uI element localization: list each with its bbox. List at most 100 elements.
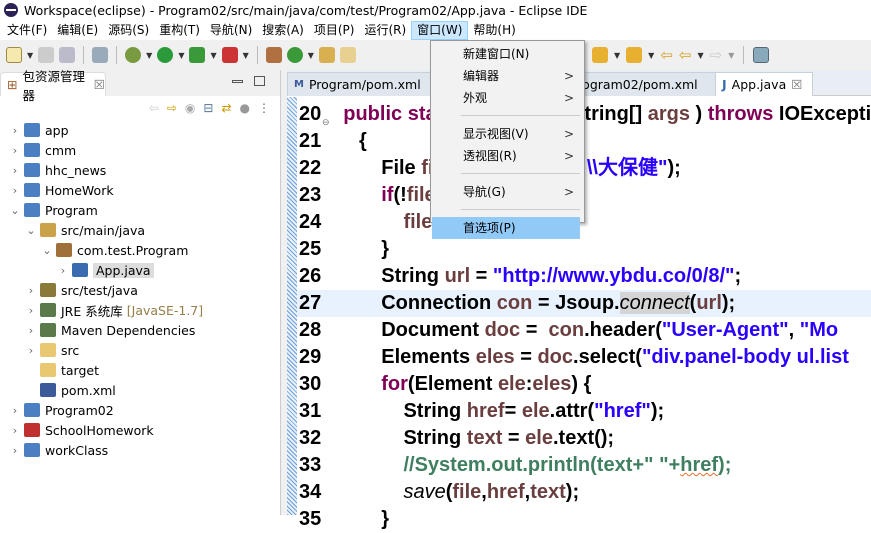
menu-item[interactable]: 新建窗口(N) (431, 43, 584, 65)
chevron-right-icon[interactable]: › (58, 264, 68, 277)
code-line[interactable]: 25 } (297, 236, 871, 263)
tree-item[interactable]: › app (0, 120, 280, 140)
menu-item[interactable]: 编辑器 > (431, 65, 584, 87)
run-icon[interactable] (157, 47, 174, 63)
close-icon[interactable]: ☒ (791, 77, 802, 92)
new-icon[interactable] (6, 47, 22, 63)
menu-3[interactable]: 重构(T) (154, 21, 205, 40)
code-line[interactable]: 32 String text = ele.text(); (297, 425, 871, 452)
save-all-icon[interactable] (59, 47, 76, 63)
menu-item[interactable]: 导航(G) > (431, 181, 584, 203)
tab-app-java[interactable]: J App.java ☒ (715, 72, 813, 96)
debug-icon[interactable] (125, 47, 142, 63)
skip-breakpoints-icon[interactable] (92, 47, 109, 63)
collapse-all-icon[interactable]: ⊟ (203, 101, 213, 115)
chevron-right-icon[interactable]: › (10, 184, 20, 197)
code-line[interactable]: 33 //System.out.println(text+" "+href); (297, 452, 871, 479)
link-with-editor-icon[interactable]: ⇄ (221, 101, 231, 115)
tree-item[interactable]: › JRE 系统库 [JavaSE-1.7] (0, 300, 280, 320)
open-folder-icon[interactable] (339, 47, 356, 63)
tree-item[interactable]: ⌄ com.test.Program (0, 240, 280, 260)
filter-icon[interactable]: ● (240, 101, 250, 115)
up-icon[interactable]: ◉ (185, 101, 195, 115)
menu-4[interactable]: 导航(N) (205, 21, 257, 40)
menu-9[interactable]: 帮助(H) (468, 21, 520, 40)
maximize-icon[interactable] (254, 76, 265, 86)
code-line[interactable]: 31 String href= ele.attr("href"); (297, 398, 871, 425)
code-line[interactable]: 35 } (297, 506, 871, 533)
new-class-icon[interactable] (286, 47, 303, 63)
menu-item[interactable]: 外观 > (431, 87, 584, 109)
save-icon[interactable] (38, 47, 55, 63)
menu-7[interactable]: 运行(R) (359, 21, 411, 40)
tree-item[interactable]: › HomeWork (0, 180, 280, 200)
chevron-down-icon[interactable]: ▼ (243, 51, 249, 60)
next-annotation-icon[interactable] (592, 47, 608, 63)
code-line[interactable]: 30 for(Element ele:eles) { (297, 371, 871, 398)
tree-item[interactable]: › Maven Dependencies (0, 320, 280, 340)
chevron-right-icon[interactable]: › (10, 144, 20, 157)
chevron-right-icon[interactable]: › (26, 324, 36, 337)
chevron-right-icon[interactable]: › (10, 164, 20, 177)
tree-item[interactable]: › Program02 (0, 400, 280, 420)
chevron-right-icon[interactable]: › (10, 404, 20, 417)
chevron-right-icon[interactable]: › (10, 444, 20, 457)
view-menu-icon[interactable]: ⋮ (258, 101, 270, 115)
chevron-down-icon[interactable]: ▼ (728, 51, 734, 60)
menu-6[interactable]: 项目(P) (309, 21, 360, 40)
forward-icon[interactable]: ⇨ (710, 46, 723, 64)
chevron-down-icon[interactable]: ▼ (697, 51, 703, 60)
tree-item[interactable]: › workClass (0, 440, 280, 460)
coverage-icon[interactable] (189, 47, 206, 63)
back-icon[interactable]: ⇦ (149, 101, 159, 115)
tab-program-pom[interactable]: M Program/pom.xml (287, 72, 435, 96)
last-edit-icon[interactable]: ⇦ (660, 46, 673, 64)
menu-2[interactable]: 源码(S) (103, 21, 154, 40)
back-icon[interactable]: ⇦ (679, 46, 692, 64)
tree-item[interactable]: › SchoolHomework (0, 420, 280, 440)
tree-item[interactable]: › cmm (0, 140, 280, 160)
chevron-down-icon[interactable]: ▼ (648, 51, 654, 60)
chevron-right-icon[interactable]: › (26, 344, 36, 357)
tree-item[interactable]: › App.java (0, 260, 280, 280)
forward-icon[interactable]: ⇨ (167, 101, 177, 115)
chevron-right-icon[interactable]: › (26, 284, 36, 297)
new-package-icon[interactable] (265, 47, 282, 63)
code-line[interactable]: 26 String url = "http://www.ybdu.co/0/8/… (297, 263, 871, 290)
tree-item[interactable]: ⌄ Program (0, 200, 280, 220)
tree-item[interactable]: pom.xml (0, 380, 280, 400)
chevron-down-icon[interactable]: ⌄ (26, 224, 36, 237)
menu-5[interactable]: 搜索(A) (257, 21, 309, 40)
chevron-right-icon[interactable]: › (26, 304, 36, 317)
tree-item[interactable]: › src (0, 340, 280, 360)
menu-1[interactable]: 编辑(E) (52, 21, 103, 40)
chevron-down-icon[interactable]: ⌄ (42, 244, 52, 257)
open-type-icon[interactable] (318, 47, 335, 63)
chevron-down-icon[interactable]: ▼ (178, 51, 184, 60)
tree-item[interactable]: › hhc_news (0, 160, 280, 180)
menu-item[interactable]: 首选项(P) (432, 217, 580, 239)
chevron-down-icon[interactable]: ▼ (308, 51, 314, 60)
minimize-icon[interactable] (232, 80, 243, 83)
menu-item[interactable]: 显示视图(V) > (431, 123, 584, 145)
menu-item[interactable]: 透视图(R) > (431, 145, 584, 167)
code-line[interactable]: 29 Elements eles = doc.select("div.panel… (297, 344, 871, 371)
code-line[interactable]: 28 Document doc = con.header("User-Agent… (297, 317, 871, 344)
previous-annotation-icon[interactable] (626, 47, 643, 63)
chevron-right-icon[interactable]: › (10, 424, 20, 437)
chevron-down-icon[interactable]: ▼ (614, 51, 620, 60)
code-line[interactable]: 34 save(file,href,text); (297, 479, 871, 506)
menu-8[interactable]: 窗口(W) (411, 20, 469, 40)
menu-0[interactable]: 文件(F) (2, 21, 52, 40)
chevron-down-icon[interactable]: ▼ (210, 51, 216, 60)
chevron-down-icon[interactable]: ▼ (146, 51, 152, 60)
tree-item[interactable]: target (0, 360, 280, 380)
external-tools-icon[interactable] (221, 47, 238, 63)
open-perspective-icon[interactable] (753, 47, 770, 63)
chevron-right-icon[interactable]: › (10, 124, 20, 137)
tree-item[interactable]: › src/test/java (0, 280, 280, 300)
chevron-down-icon[interactable]: ▼ (27, 51, 33, 60)
tree-item[interactable]: ⌄ src/main/java (0, 220, 280, 240)
code-line[interactable]: 27 Connection con = Jsoup.connect(url); (297, 290, 871, 317)
chevron-down-icon[interactable]: ⌄ (10, 204, 20, 217)
